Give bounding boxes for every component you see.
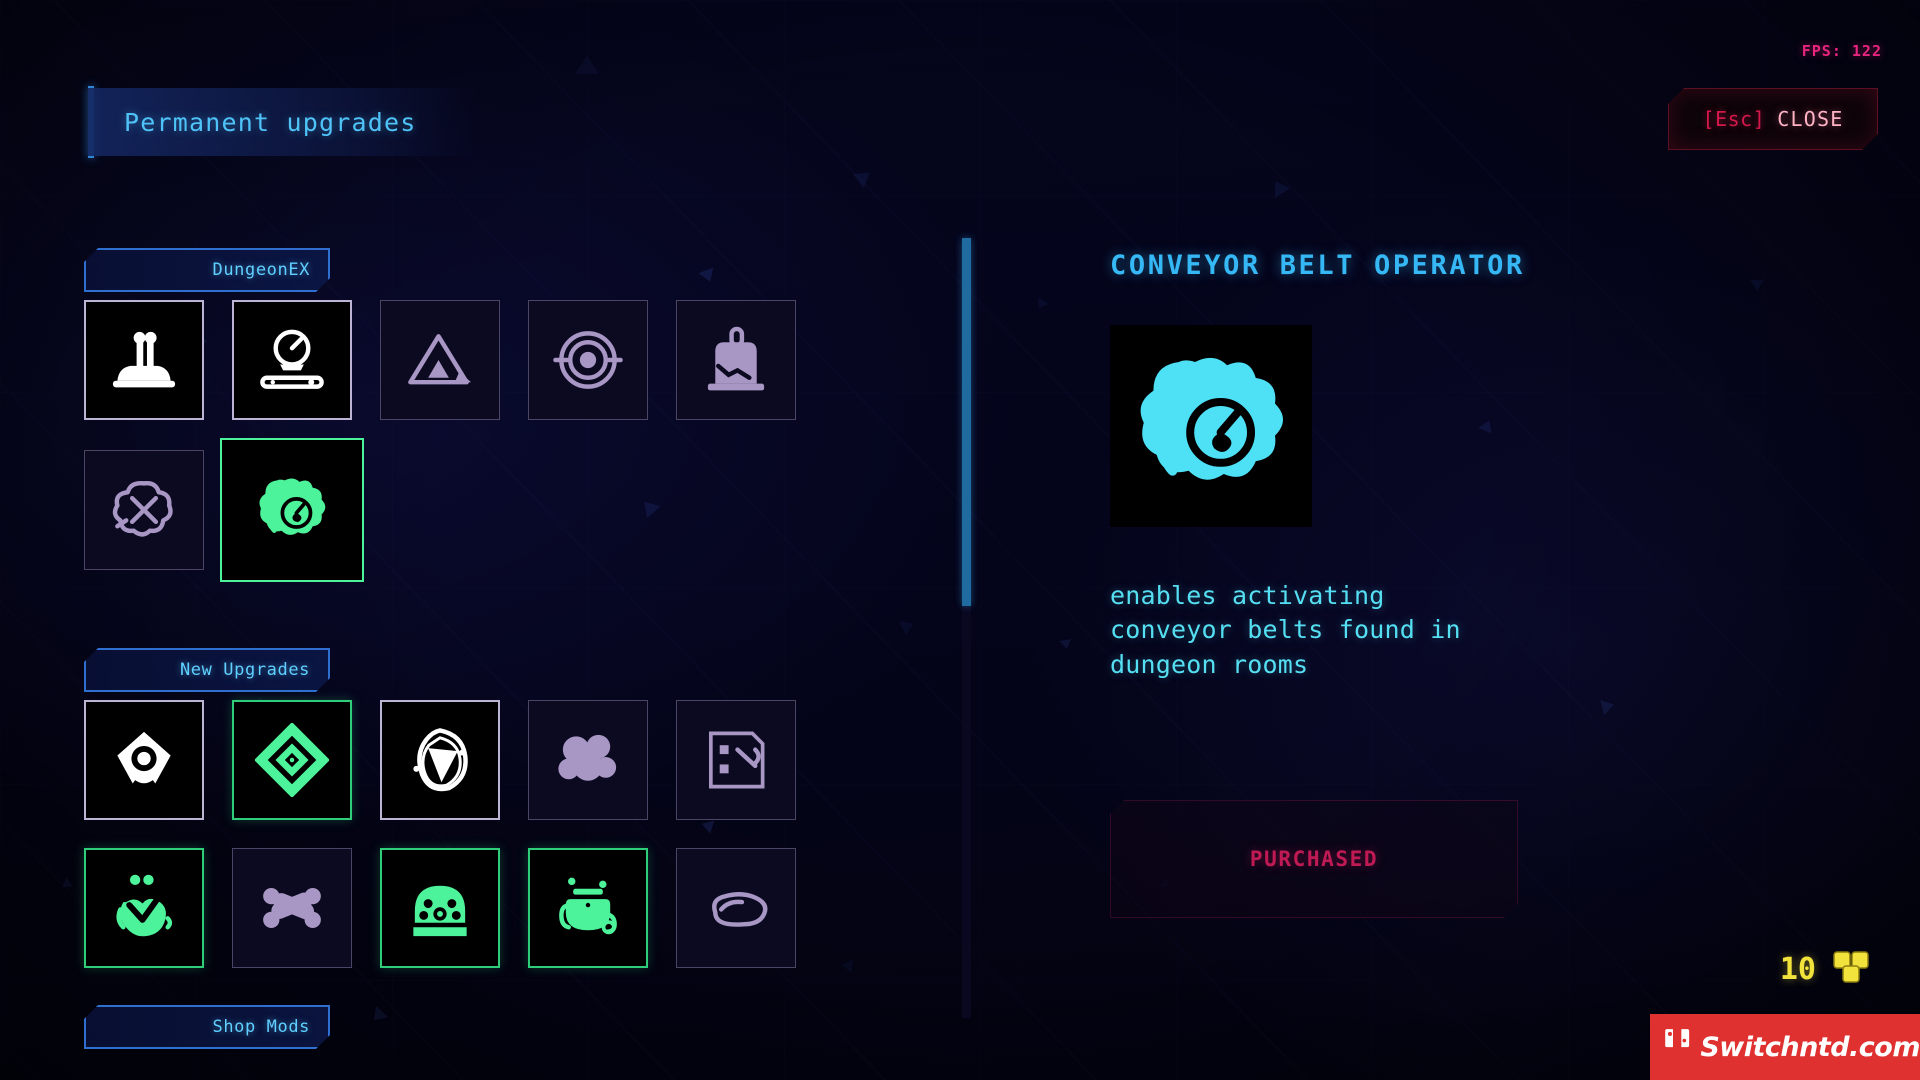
close-key-hint: [Esc]: [1702, 107, 1766, 131]
upgrade-cell-triangle-icon[interactable]: [380, 300, 500, 420]
cross-blob-icon: [107, 473, 181, 547]
upgrade-grid-row: [84, 700, 796, 820]
eye-shield-icon: [107, 723, 181, 797]
diamond-icon: [255, 723, 329, 797]
upgrade-cell-note-tag-icon[interactable]: [676, 700, 796, 820]
watermark-text: Switchntd.com: [1700, 1031, 1920, 1063]
detail-icon: [1110, 325, 1312, 527]
upgrade-cell-tombstone-icon[interactable]: [676, 300, 796, 420]
currency-amount: 10: [1779, 951, 1816, 987]
pebble-icon: [699, 871, 773, 945]
fps-counter: FPS: 122: [1801, 42, 1882, 60]
heart-blob-icon: [107, 871, 181, 945]
cluster-icon: [551, 723, 625, 797]
upgrade-cell-cluster-icon[interactable]: [528, 700, 648, 820]
upgrade-cell-pebble-icon[interactable]: [676, 848, 796, 968]
upgrade-cell-eye-shield-icon[interactable]: [84, 700, 204, 820]
upgrade-cell-heart-blob-icon[interactable]: [84, 848, 204, 968]
dome-icon: [403, 871, 477, 945]
upgrade-cell-pot-icon[interactable]: [528, 848, 648, 968]
upgrade-cell-diamond-icon[interactable]: [232, 700, 352, 820]
upgrade-cell-dome-icon[interactable]: [380, 848, 500, 968]
upgrade-list-panel: DungeonEX New Upgrades Shop Mods: [0, 0, 960, 1080]
section-button-dungeonex[interactable]: DungeonEX: [84, 248, 330, 292]
upgrade-cell-pick-plectrum-icon[interactable]: [380, 700, 500, 820]
upgrade-grid-row: [84, 438, 364, 582]
scrollbar-thumb[interactable]: [962, 238, 971, 606]
close-button[interactable]: [Esc] CLOSE: [1668, 88, 1878, 150]
cloud-gauge-icon: [255, 473, 329, 547]
tombstone-icon: [699, 323, 773, 397]
upgrade-cell-fountain-icon[interactable]: [84, 300, 204, 420]
switch-logo-icon: [1664, 1025, 1690, 1069]
upgrade-cell-target-icon[interactable]: [528, 300, 648, 420]
currency-display: 10: [1780, 948, 1872, 990]
watermark: Switchntd.com: [1650, 1014, 1920, 1080]
blocks-icon: [1830, 948, 1872, 990]
upgrade-cell-bones-icon[interactable]: [232, 848, 352, 968]
upgrade-cell-cloud-gauge-icon[interactable]: [220, 438, 364, 582]
pot-icon: [551, 871, 625, 945]
section-button-new-upgrades[interactable]: New Upgrades: [84, 648, 330, 692]
triangle-icon: [403, 323, 477, 397]
fountain-icon: [107, 323, 181, 397]
section-button-label: New Upgrades: [179, 660, 310, 680]
purchase-status-label: PURCHASED: [1249, 847, 1379, 871]
section-button-shop-mods[interactable]: Shop Mods: [84, 1005, 330, 1049]
detail-panel: CONVEYOR BELT OPERATOR enables activatin…: [1110, 250, 1670, 682]
upgrade-grid-row: [84, 848, 796, 968]
detail-description: enables activating conveyor belts found …: [1110, 581, 1461, 679]
detail-title: CONVEYOR BELT OPERATOR: [1110, 250, 1525, 281]
game-screen: Permanent upgrades FPS: 122 [Esc] CLOSE …: [0, 0, 1920, 1080]
bones-icon: [255, 871, 329, 945]
upgrade-cell-gauge-belt-icon[interactable]: [232, 300, 352, 420]
section-button-label: Shop Mods: [212, 1017, 310, 1037]
section-button-label: DungeonEX: [212, 260, 310, 280]
close-button-label: CLOSE: [1777, 107, 1844, 131]
gauge-belt-icon: [255, 323, 329, 397]
upgrade-grid-row: [84, 300, 796, 420]
target-icon: [551, 323, 625, 397]
pick-plectrum-icon: [403, 723, 477, 797]
note-tag-icon: [699, 723, 773, 797]
upgrade-cell-cross-blob-icon[interactable]: [84, 450, 204, 570]
purchase-status-button[interactable]: PURCHASED: [1110, 800, 1518, 918]
